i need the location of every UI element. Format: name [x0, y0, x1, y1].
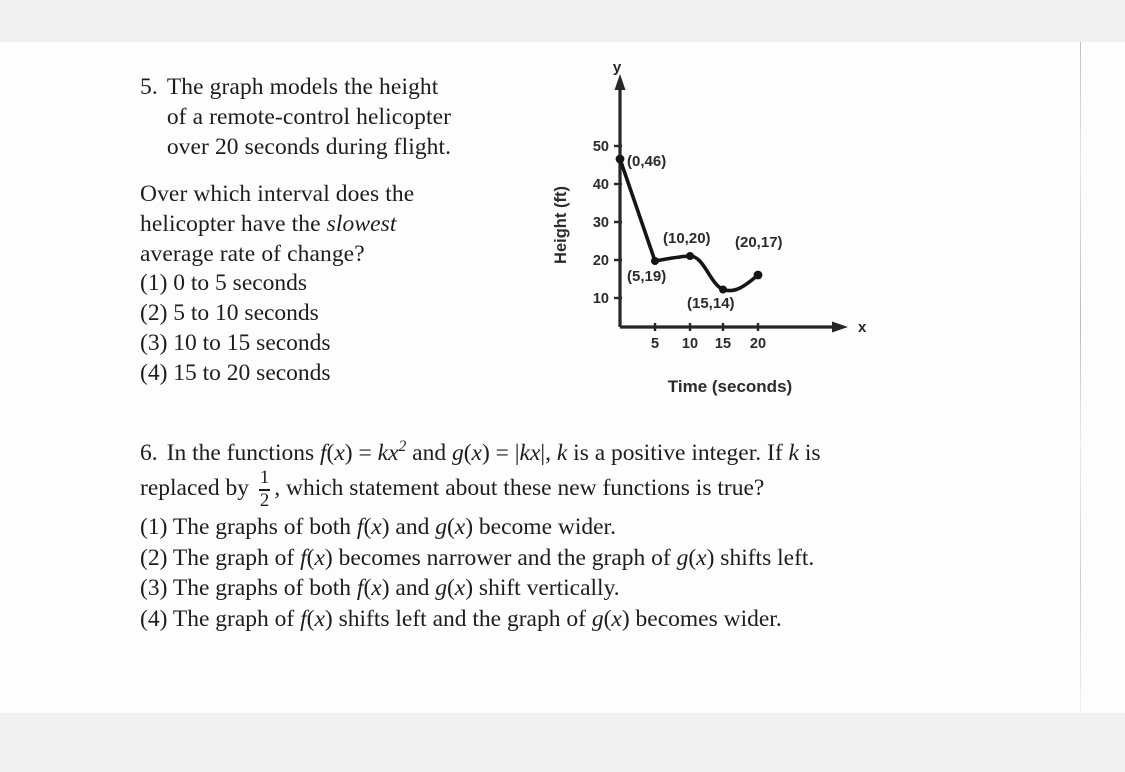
- q6-l2-b: , which statement about these new functi…: [274, 475, 765, 502]
- data-point-0-46[interactable]: [615, 154, 625, 164]
- q6-l1-k3: k: [556, 439, 568, 466]
- point-label-15-14: (15,14): [687, 295, 735, 312]
- question-6-number: 6.: [140, 439, 158, 466]
- q6-l1-x3: x: [471, 439, 482, 466]
- chart-svg: y x 50 40 30 20 10 5 10 15 20 (0,46) (5,…: [552, 60, 867, 396]
- question-5-prompt-line-1: Over which interval does the: [140, 181, 415, 208]
- q6-l2-a: replaced by: [140, 475, 255, 502]
- q6-l1-x1: x: [334, 439, 345, 466]
- question-6-line-2: replaced by 12, which statement about th…: [140, 468, 970, 510]
- q6-l1-h: is a positive integer. If: [567, 439, 789, 466]
- question-5-spacer: [140, 162, 510, 179]
- q6-l1-k4: k: [788, 439, 799, 466]
- question-6-line-1-text: In the functions f(x) = kx2 and g(x) = |…: [167, 437, 821, 468]
- x-axis-letter: x: [858, 319, 867, 336]
- q6-l1-g2: |,: [540, 439, 557, 466]
- x-tick-label-5: 5: [651, 336, 659, 352]
- q6-l1-x4: x: [529, 439, 541, 466]
- question-5-stem: The graph models the height of a remote-…: [167, 72, 510, 162]
- q6-l1-g: g: [451, 439, 464, 466]
- y-tick-label-10: 10: [593, 291, 609, 307]
- question-5-stem-line-1: The graph models the height: [166, 74, 439, 100]
- question-5-stem-line-2: of a remote-control helicopter: [166, 104, 452, 131]
- x-axis-arrowhead: [832, 321, 848, 333]
- question-5-prompt-line-2-pre: helicopter have the: [140, 211, 327, 238]
- x-axis-title: Time (seconds): [668, 377, 792, 396]
- x-tick-labels: 5 10 15 20: [651, 336, 766, 352]
- data-point-15-14[interactable]: [719, 285, 727, 294]
- point-label-0-46: (0,46): [627, 153, 666, 170]
- y-tick-label-50: 50: [593, 139, 609, 155]
- question-5-choice-2[interactable]: (2) 5 to 10 seconds: [140, 299, 510, 329]
- q6-l1-f2: ) = |: [481, 439, 520, 466]
- y-axis-title: Height (ft): [552, 186, 570, 264]
- question-6-choices: (1) The graphs of both f(x) and g(x) bec…: [140, 512, 970, 634]
- data-point-labels: (0,46) (5,19) (10,20) (20,17) (15,14): [627, 153, 783, 312]
- y-axis-arrowhead: [614, 74, 626, 90]
- y-tick-label-30: 30: [593, 215, 609, 231]
- one-half-fraction: 12: [258, 469, 271, 511]
- question-6-choice-1[interactable]: (1) The graphs of both f(x) and g(x) bec…: [140, 512, 970, 543]
- question-5-choice-4[interactable]: (4) 15 to 20 seconds: [140, 359, 510, 389]
- y-tick-label-40: 40: [593, 177, 609, 193]
- point-label-10-20: (10,20): [663, 230, 711, 247]
- q6-l1-x2: x: [388, 439, 399, 466]
- question-5-choice-1[interactable]: (1) 0 to 5 seconds: [140, 269, 510, 299]
- q6-l1-c: ) =: [344, 439, 378, 466]
- question-5-number: 5.: [140, 74, 158, 100]
- question-5-stem-line-3: over 20 seconds during flight.: [166, 134, 452, 161]
- q6-l1-d: and: [406, 439, 452, 466]
- x-tick-label-10: 10: [682, 336, 698, 352]
- question-5-prompt-line-3: average rate of change?: [140, 241, 365, 268]
- q6-l1-k2: k: [519, 439, 530, 466]
- x-tick-label-15: 15: [715, 336, 731, 352]
- y-tick-labels: 50 40 30 20 10: [593, 139, 609, 307]
- q6-l1-e: (: [463, 439, 472, 466]
- data-point-20-17[interactable]: [753, 270, 763, 280]
- question-5-heading: 5. The graph models the height of a remo…: [140, 72, 510, 162]
- question-6-choice-3[interactable]: (3) The graphs of both f(x) and g(x) shi…: [140, 573, 970, 604]
- question-5-choices: (1) 0 to 5 seconds (2) 5 to 10 seconds (…: [140, 269, 510, 388]
- data-point-10-20[interactable]: [686, 252, 694, 260]
- q6-l1-a: In the functions: [166, 439, 320, 466]
- question-5: 5. The graph models the height of a remo…: [140, 72, 510, 389]
- scanned-page: 5. The graph models the height of a remo…: [0, 0, 1125, 772]
- question-6-choice-2[interactable]: (2) The graph of f(x) becomes narrower a…: [140, 543, 970, 574]
- q6-l1-i: is: [798, 439, 821, 466]
- point-label-20-17: (20,17): [735, 234, 783, 251]
- fraction-numerator: 1: [259, 467, 270, 489]
- question-6-line-1: 6. In the functions f(x) = kx2 and g(x) …: [140, 437, 970, 468]
- y-tick-label-20: 20: [593, 253, 609, 269]
- q6-l1-k1: k: [377, 439, 389, 466]
- question-5-prompt-emphasis: slowest: [326, 211, 397, 238]
- question-5-prompt: Over which interval does the helicopter …: [140, 179, 510, 269]
- helicopter-height-chart: y x 50 40 30 20 10 5 10 15 20 (0,46) (5,…: [530, 60, 900, 405]
- scan-crease-line: [1080, 42, 1081, 713]
- y-axis-letter: y: [613, 60, 622, 76]
- x-tick-label-20: 20: [750, 336, 766, 352]
- question-6: 6. In the functions f(x) = kx2 and g(x) …: [140, 437, 970, 634]
- data-point-5-19[interactable]: [651, 257, 659, 265]
- fraction-denominator: 2: [259, 490, 270, 512]
- question-5-choice-3[interactable]: (3) 10 to 15 seconds: [140, 329, 510, 359]
- point-label-5-19: (5,19): [627, 268, 666, 285]
- question-6-choice-4[interactable]: (4) The graph of f(x) shifts left and th…: [140, 604, 970, 635]
